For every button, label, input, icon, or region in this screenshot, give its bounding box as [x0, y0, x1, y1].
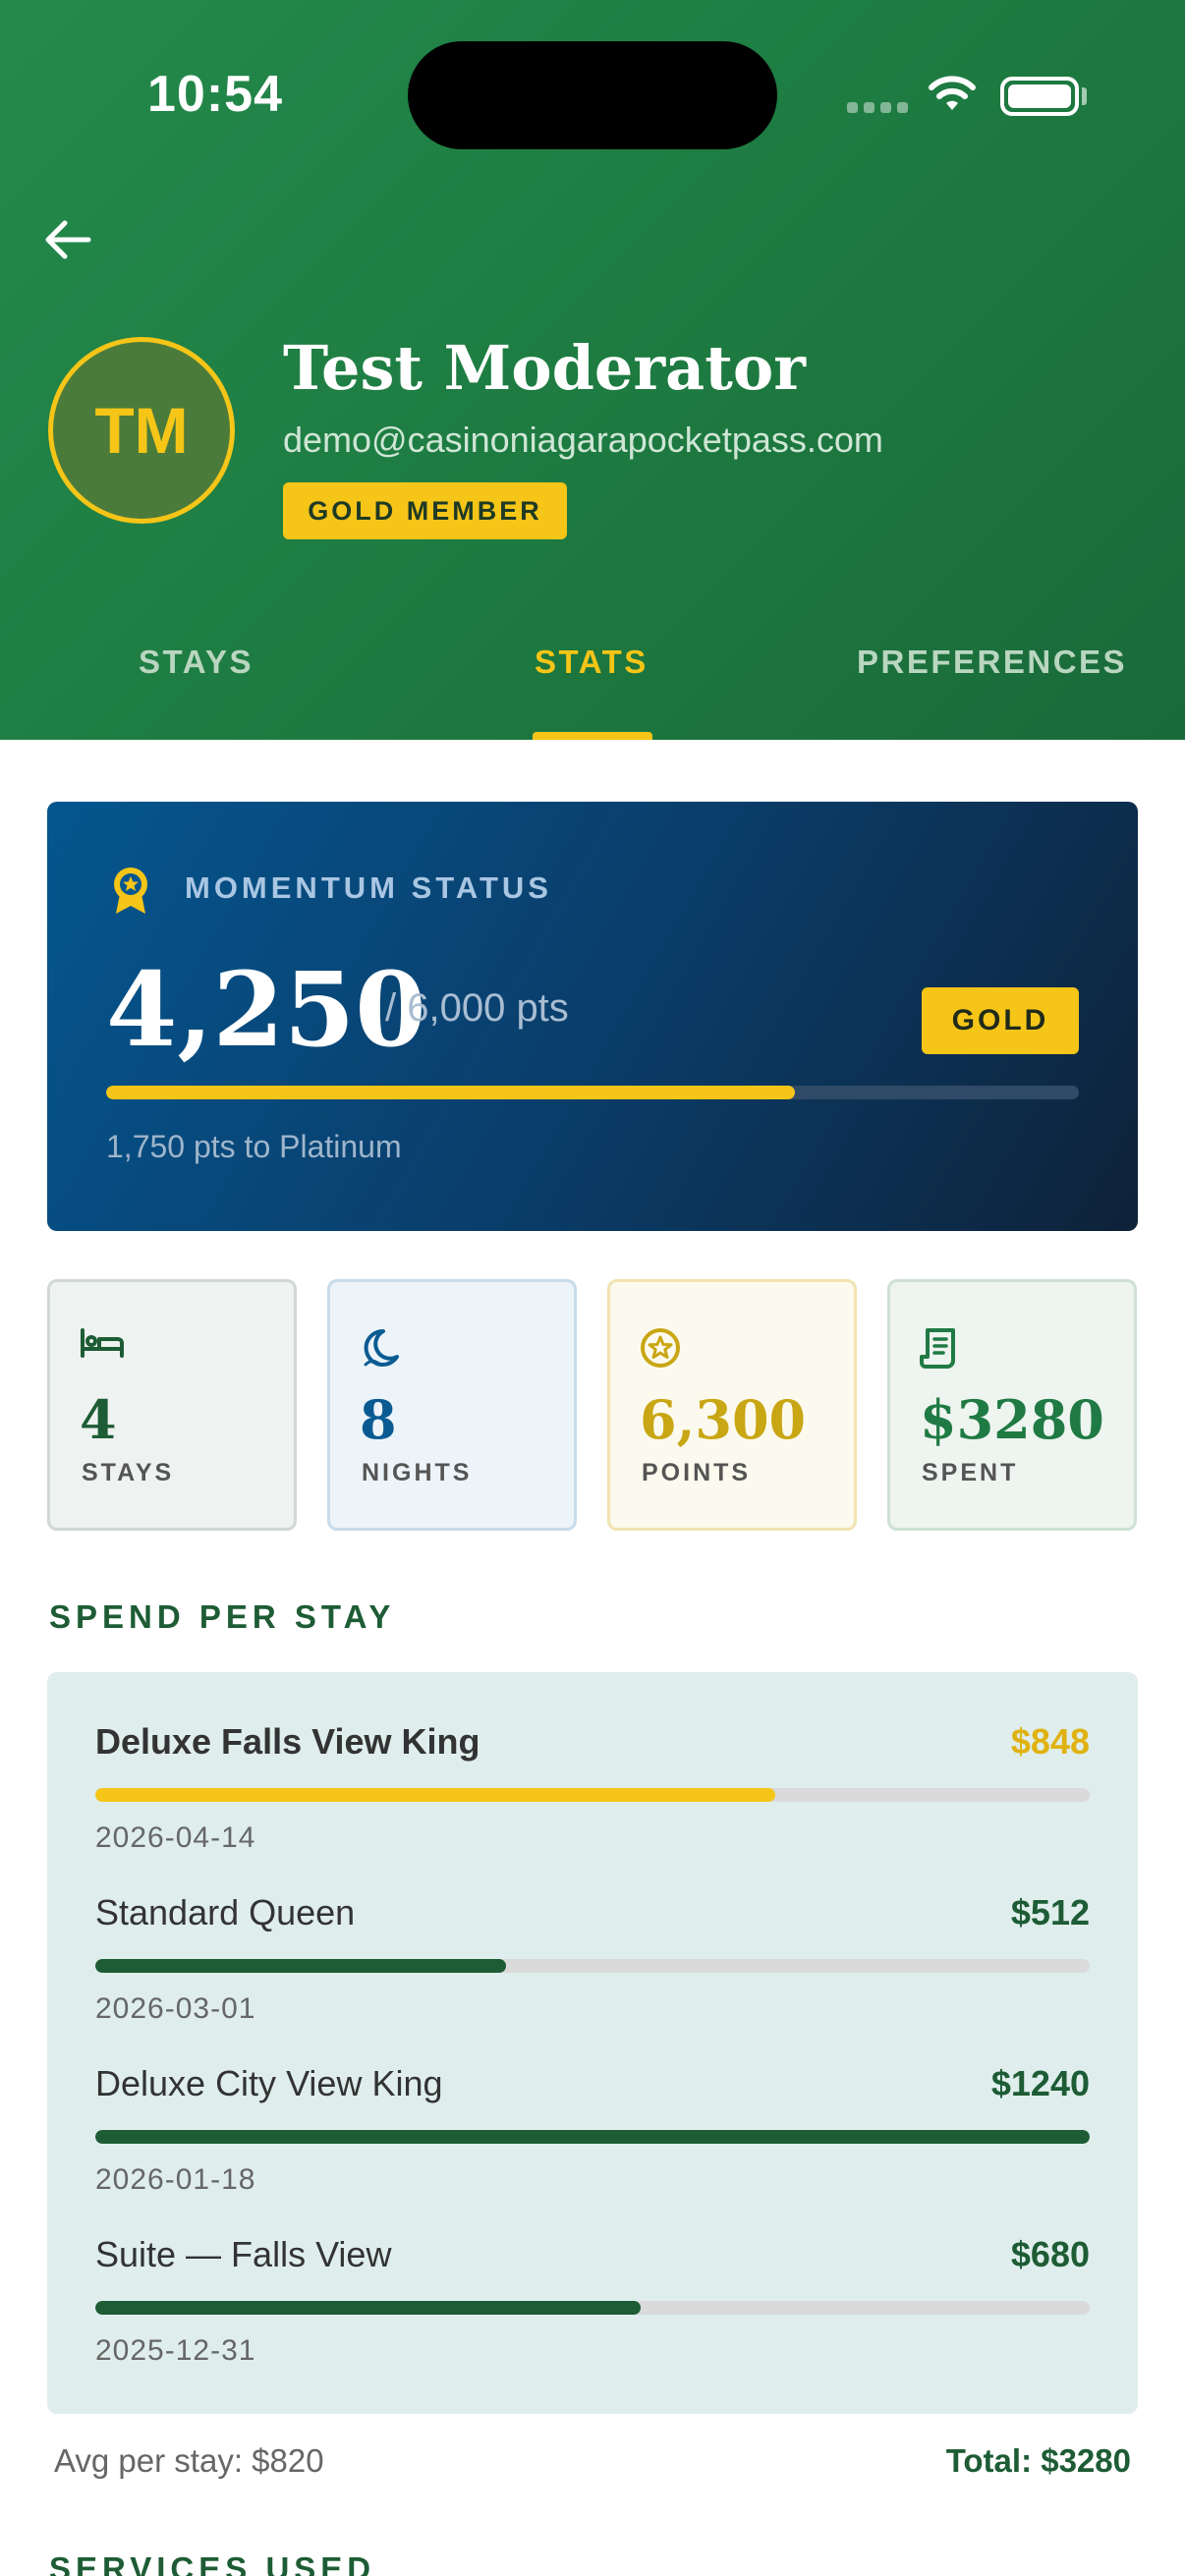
stay-date: 2026-03-01: [95, 1992, 256, 2025]
stat-label: POINTS: [642, 1459, 752, 1486]
status-time: 10:54: [147, 66, 283, 123]
spend-bar-fill: [95, 1788, 776, 1802]
stay-amount: $680: [1010, 2234, 1090, 2274]
momentum-label: MOMENTUM STATUS: [185, 870, 552, 905]
stat-card-points: 6,300 POINTS: [607, 1279, 857, 1531]
stay-room-name: Deluxe City View King: [95, 2063, 443, 2103]
stat-card-nights: 8 NIGHTS: [327, 1279, 577, 1531]
spend-bar: [95, 2301, 1090, 2315]
award-ribbon-icon: [114, 868, 147, 914]
average-per-stay: Avg per stay: $820: [54, 2442, 324, 2479]
spend-bar-fill: [95, 2130, 1090, 2144]
tab-stats[interactable]: STATS: [535, 644, 649, 681]
momentum-target: / 6,000 pts: [385, 986, 569, 1030]
profile-header: 10:54 TM Test Moderator demo@casinoniaga…: [0, 0, 1185, 740]
points-to-next-tier: 1,750 pts to Platinum: [106, 1129, 402, 1164]
stat-value: 6,300: [640, 1388, 807, 1451]
active-tab-indicator: [533, 732, 652, 740]
avatar: TM: [48, 337, 235, 524]
tier-badge: GOLD: [922, 987, 1079, 1054]
stat-label: SPENT: [922, 1459, 1019, 1486]
stay-date: 2026-04-14: [95, 1821, 256, 1854]
stat-label: STAYS: [82, 1459, 175, 1486]
stay-room-name: Deluxe Falls View King: [95, 1721, 480, 1762]
stay-date: 2025-12-31: [95, 2334, 256, 2367]
stay-date: 2026-01-18: [95, 2163, 256, 2196]
spend-bar: [95, 1959, 1090, 1973]
star-circle-icon: [641, 1328, 680, 1368]
membership-badge: GOLD MEMBER: [283, 482, 567, 539]
battery-icon: [1000, 77, 1079, 116]
stay-amount: $512: [1010, 1892, 1090, 1932]
stat-label: NIGHTS: [362, 1459, 473, 1486]
stat-value: $3280: [920, 1388, 1104, 1451]
spend-bar-fill: [95, 2301, 641, 2315]
momentum-points: 4,250: [106, 949, 426, 1070]
spend-bar: [95, 1788, 1090, 1802]
user-name: Test Moderator: [283, 332, 806, 404]
stay-room-name: Standard Queen: [95, 1892, 356, 1932]
stat-card-stays: 4 STAYS: [47, 1279, 297, 1531]
receipt-icon: [920, 1328, 955, 1369]
dynamic-island: [408, 41, 777, 149]
spend-bar-fill: [95, 1959, 506, 1973]
bed-icon: [81, 1328, 124, 1358]
stay-amount: $1240: [990, 2063, 1090, 2103]
momentum-status-card: MOMENTUM STATUS 4,250 / 6,000 pts GOLD 1…: [47, 802, 1138, 1231]
spend-section-title: SPEND PER STAY: [49, 1598, 396, 1635]
stay-amount: $848: [1010, 1721, 1090, 1762]
stat-value: 4: [80, 1388, 117, 1451]
user-email: demo@casinoniagarapocketpass.com: [283, 420, 883, 460]
stat-card-spent: $3280 SPENT: [887, 1279, 1137, 1531]
tab-preferences[interactable]: PREFERENCES: [857, 644, 1127, 681]
back-button[interactable]: [39, 210, 110, 273]
total-spend: Total: $3280: [945, 2442, 1131, 2479]
spend-per-stay-card: Deluxe Falls View King $848 2026-04-14 S…: [47, 1672, 1138, 2414]
signal-icon: [847, 102, 908, 113]
spend-bar: [95, 2130, 1090, 2144]
moon-icon: [364, 1328, 399, 1367]
momentum-progress-fill: [106, 1086, 795, 1099]
stay-room-name: Suite — Falls View: [95, 2234, 392, 2274]
momentum-progress-bar: [106, 1086, 1079, 1099]
tab-stays[interactable]: STAYS: [139, 644, 254, 681]
wifi-icon: [929, 76, 976, 110]
arrow-left-icon: [45, 220, 91, 259]
stat-value: 8: [360, 1388, 397, 1451]
services-section-title: SERVICES USED: [49, 2550, 376, 2576]
